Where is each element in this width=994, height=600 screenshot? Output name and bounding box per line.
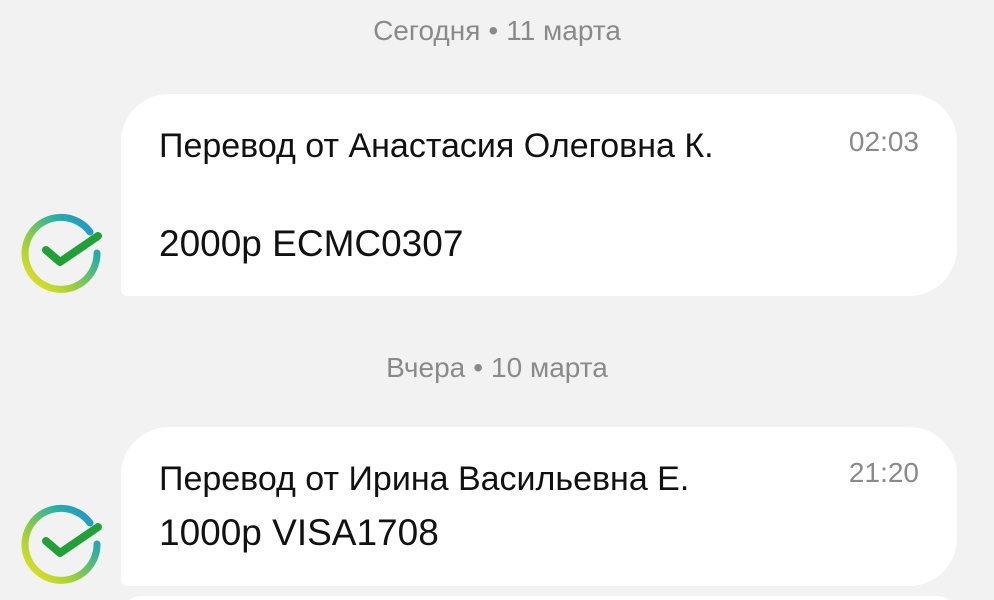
message-body: 2000р ECMC0307 — [159, 223, 464, 264]
sber-check-icon — [21, 504, 102, 584]
message-title: Перевод от Ирина Васильевна Е. — [159, 460, 690, 498]
date-separator-yesterday: Вчера • 10 марта — [0, 350, 994, 386]
sber-check-icon — [21, 213, 102, 293]
date-separator-today: Сегодня • 11 марта — [0, 13, 994, 49]
date-dot: • — [488, 15, 499, 46]
date-value: 11 марта — [506, 15, 621, 46]
date-value: 10 марта — [491, 352, 608, 383]
notification-feed: Сегодня • 11 марта Перевод от Анастасия Ол… — [0, 0, 994, 600]
date-label: Сегодня — [373, 15, 481, 46]
notification-message[interactable]: Перевод от Анастасия Олеговна К. 02:03 2… — [121, 94, 957, 296]
message-time: 21:20 — [848, 457, 919, 488]
date-dot: • — [473, 352, 484, 383]
message-title: Перевод от Анастасия Олеговна К. — [159, 127, 714, 165]
date-label: Вчера — [386, 352, 466, 383]
notification-message[interactable]: Перевод от Ирина Васильевна Е. 21:20 100… — [121, 427, 957, 586]
next-message-edge — [121, 596, 957, 600]
message-time: 02:03 — [848, 126, 919, 157]
message-body: 1000р VISA1708 — [159, 512, 439, 553]
